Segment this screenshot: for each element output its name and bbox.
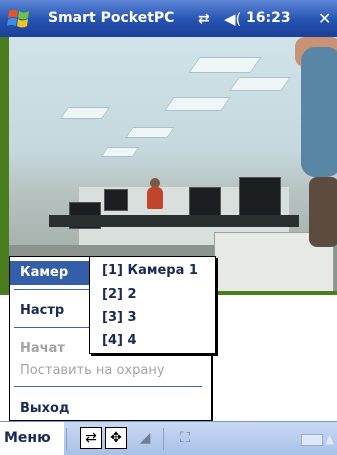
fullscreen-icon[interactable]: ⛶ [174, 428, 196, 450]
zoom-fit-icon[interactable]: ✥ [105, 427, 127, 449]
clock[interactable]: 16:23 [246, 10, 291, 26]
triangle-icon[interactable]: ◢ [134, 428, 156, 450]
ceiling-light [100, 147, 140, 157]
desk [49, 215, 299, 227]
person [309, 177, 337, 247]
ceiling-light [125, 127, 175, 138]
menu-item-settings[interactable]: Настр [20, 303, 64, 318]
title-bar: Smart PocketPC ⇄ ◀( 16:23 ✕ [0, 0, 337, 37]
video-frame-edge [0, 37, 9, 295]
menu-item-arm[interactable]: Поставить на охрану [20, 363, 165, 378]
submenu-item-camera-2[interactable]: [2] 2 [102, 287, 137, 302]
menu-softkey[interactable]: Меню [0, 422, 64, 455]
ceiling-light [229, 77, 291, 91]
submenu-item-camera-1[interactable]: [1] Камера 1 [102, 263, 198, 278]
ceiling-light [164, 97, 231, 111]
submenu-item-camera-4[interactable]: [4] 4 [102, 333, 137, 348]
menu-item-start[interactable]: Начат [20, 341, 65, 356]
bottom-toolbar: Меню ⇄ ✥ ◢ ⛶ ▲ [0, 421, 337, 455]
person [147, 187, 163, 209]
chevron-up-icon[interactable]: ▲ [325, 432, 334, 446]
menu-softkey-label: Меню [4, 430, 51, 446]
camera-submenu: [1] Камера 1 [2] 2 [3] 3 [4] 4 [89, 256, 216, 354]
toolbar-separator [163, 428, 164, 450]
menu-item-exit[interactable]: Выход [20, 401, 69, 416]
close-button[interactable]: ✕ [318, 9, 331, 28]
toolbar-separator [66, 428, 67, 450]
ceiling-light [59, 107, 111, 119]
app-title: Smart PocketPC [48, 10, 175, 26]
ceiling-light [188, 57, 262, 73]
monitor [189, 187, 221, 217]
keyboard-icon[interactable] [301, 434, 323, 446]
menu-item-cameras[interactable]: Камер [20, 265, 68, 280]
sync-arrows-icon[interactable]: ⇄ [198, 11, 210, 27]
speaker-icon[interactable]: ◀( [224, 10, 241, 28]
person [301, 47, 337, 177]
windows-start-icon[interactable] [7, 7, 31, 31]
submenu-item-camera-3[interactable]: [3] 3 [102, 310, 137, 325]
monitor [239, 177, 281, 219]
swap-arrows-icon[interactable]: ⇄ [80, 427, 102, 449]
monitor [104, 189, 128, 211]
menu-separator [14, 386, 202, 387]
